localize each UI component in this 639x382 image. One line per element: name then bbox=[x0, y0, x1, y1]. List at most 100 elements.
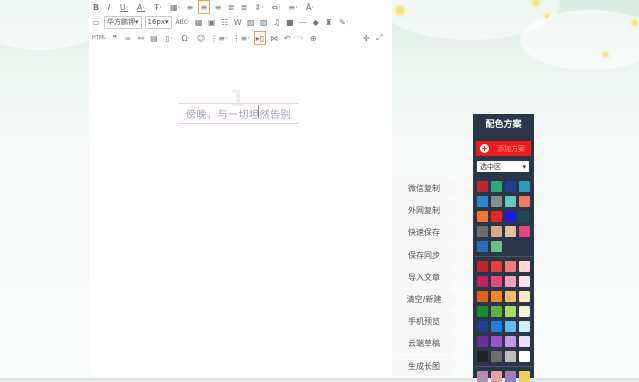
color-swatch[interactable] bbox=[519, 226, 530, 237]
color-swatch[interactable] bbox=[477, 291, 488, 302]
font-family-select[interactable]: 华方鹏钾 ▾ bbox=[104, 15, 142, 29]
color-swatch[interactable] bbox=[477, 181, 488, 192]
scope-select[interactable]: 选中区 ▾ bbox=[477, 161, 529, 172]
color-swatch[interactable] bbox=[491, 371, 502, 382]
color-swatch[interactable] bbox=[519, 276, 530, 287]
color-swatch[interactable] bbox=[491, 226, 502, 237]
image-icon[interactable]: ▣ bbox=[207, 16, 217, 28]
color-swatch[interactable] bbox=[505, 321, 516, 332]
zoom-icon[interactable]: ⊕ bbox=[308, 32, 318, 44]
mobile-preview-button[interactable]: 手机预览 bbox=[393, 312, 455, 332]
pen-icon[interactable]: ✎· bbox=[337, 16, 351, 28]
color-swatch[interactable] bbox=[519, 336, 530, 347]
color-swatch[interactable] bbox=[491, 181, 502, 192]
table-icon[interactable]: ▦· bbox=[168, 1, 182, 13]
line-height-icon[interactable]: ⇕· bbox=[252, 1, 266, 13]
generate-long-image-button[interactable]: 生成长图 bbox=[393, 356, 455, 376]
quote-icon[interactable]: ❞ bbox=[110, 32, 120, 44]
font-size-icon[interactable]: ≡· bbox=[286, 1, 300, 13]
list-ordered-icon[interactable]: ⋮≡· bbox=[209, 32, 228, 44]
color-swatch[interactable] bbox=[491, 241, 502, 252]
clear-new-button[interactable]: 清空/新建 bbox=[393, 289, 455, 309]
gallery-icon[interactable]: ▧ bbox=[259, 16, 269, 28]
code-icon[interactable]: ▤ bbox=[149, 32, 159, 44]
color-swatch[interactable] bbox=[519, 181, 530, 192]
eraser-icon[interactable]: ◆ bbox=[311, 16, 321, 28]
italic-icon[interactable]: I bbox=[104, 1, 114, 13]
color-swatch[interactable] bbox=[505, 371, 516, 382]
color-swatch[interactable] bbox=[505, 306, 516, 317]
align-center-icon[interactable]: ≡ bbox=[198, 0, 210, 14]
color-swatch[interactable] bbox=[505, 196, 516, 207]
color-swatch[interactable] bbox=[505, 276, 516, 287]
color-swatch[interactable] bbox=[505, 261, 516, 272]
redo-icon[interactable]: ↷ bbox=[295, 32, 305, 44]
color-swatch[interactable] bbox=[519, 196, 530, 207]
import-article-button[interactable]: 导入文章 bbox=[393, 267, 455, 287]
picture-icon[interactable]: ▨ bbox=[246, 16, 256, 28]
color-swatch[interactable] bbox=[491, 261, 502, 272]
color-swatch[interactable] bbox=[477, 226, 488, 237]
indent-icon[interactable]: ≣ bbox=[239, 1, 249, 13]
color-swatch[interactable] bbox=[491, 321, 502, 332]
color-swatch[interactable] bbox=[477, 261, 488, 272]
underline-icon[interactable]: U· bbox=[117, 1, 131, 13]
color-swatch[interactable] bbox=[491, 196, 502, 207]
document-title-block[interactable]: 傍晚，与一切坦然告别 bbox=[178, 103, 299, 124]
wechat-copy-button[interactable]: 微信复制 bbox=[393, 179, 455, 198]
horizontal-rule-icon[interactable]: — bbox=[298, 16, 308, 28]
unlink-icon[interactable]: ⚯ bbox=[136, 32, 146, 44]
video-icon[interactable]: ■ bbox=[285, 16, 295, 28]
color-swatch[interactable] bbox=[519, 351, 530, 362]
external-copy-button[interactable]: 外网复制 bbox=[393, 201, 455, 221]
color-swatch[interactable] bbox=[491, 336, 502, 347]
color-swatch[interactable] bbox=[519, 211, 530, 222]
color-swatch[interactable] bbox=[505, 351, 516, 362]
quick-save-button[interactable]: 快速保存 bbox=[393, 223, 455, 243]
html-icon[interactable]: HTML bbox=[91, 32, 107, 44]
text-transform-icon[interactable]: Ŧ· bbox=[151, 1, 165, 13]
color-swatch[interactable] bbox=[505, 291, 516, 302]
color-swatch[interactable] bbox=[519, 261, 530, 272]
color-swatch[interactable] bbox=[477, 306, 488, 317]
special-char-icon[interactable]: Ω· bbox=[179, 32, 193, 44]
move-icon[interactable]: ✛ bbox=[361, 32, 371, 44]
color-swatch[interactable] bbox=[477, 276, 488, 287]
color-swatch[interactable] bbox=[477, 241, 488, 252]
color-swatch[interactable] bbox=[505, 226, 516, 237]
list-unordered-icon[interactable]: ⋮≡· bbox=[232, 32, 251, 44]
color-swatch[interactable] bbox=[477, 321, 488, 332]
spellcheck-icon[interactable]: ABC· bbox=[175, 16, 191, 28]
undo-icon[interactable]: ↶ bbox=[282, 32, 292, 44]
fullscreen-icon[interactable]: ⤢ bbox=[374, 32, 384, 44]
template-icon[interactable]: ▯· bbox=[162, 32, 176, 44]
color-swatch[interactable] bbox=[491, 276, 502, 287]
font-size-select[interactable]: 16px ▾ bbox=[144, 15, 172, 29]
font-color-icon[interactable]: A· bbox=[134, 1, 148, 13]
save-sync-button[interactable]: 保存同步 bbox=[393, 245, 455, 265]
color-swatch[interactable] bbox=[477, 351, 488, 362]
color-swatch[interactable] bbox=[519, 321, 530, 332]
paragraph-icon[interactable]: ▭ bbox=[91, 16, 101, 28]
align-justify-icon[interactable]: ≣ bbox=[226, 1, 236, 13]
color-swatch[interactable] bbox=[519, 306, 530, 317]
document-area[interactable]: 1 傍晚，与一切坦然告别 bbox=[89, 46, 392, 378]
word-icon[interactable]: W bbox=[233, 16, 243, 28]
color-swatch[interactable] bbox=[477, 336, 488, 347]
color-swatch[interactable] bbox=[491, 306, 502, 317]
color-swatch[interactable] bbox=[477, 196, 488, 207]
color-swatch[interactable] bbox=[505, 181, 516, 192]
align-left-icon[interactable]: ≡ bbox=[185, 1, 195, 13]
align-right-icon[interactable]: ≡ bbox=[213, 1, 223, 13]
color-swatch[interactable] bbox=[505, 336, 516, 347]
music-icon[interactable]: ♫ bbox=[272, 16, 282, 28]
link-icon[interactable]: ∞ bbox=[123, 32, 133, 44]
add-scheme-button[interactable]: + 添加方案 bbox=[476, 141, 531, 156]
color-swatch[interactable] bbox=[491, 291, 502, 302]
table-insert-icon[interactable]: ▦ bbox=[194, 16, 204, 28]
color-swatch[interactable] bbox=[477, 211, 488, 222]
color-swatch[interactable] bbox=[519, 371, 530, 382]
color-swatch[interactable] bbox=[505, 211, 516, 222]
color-swatch[interactable] bbox=[491, 211, 502, 222]
arrows-icon[interactable]: ⋈ bbox=[269, 32, 279, 44]
